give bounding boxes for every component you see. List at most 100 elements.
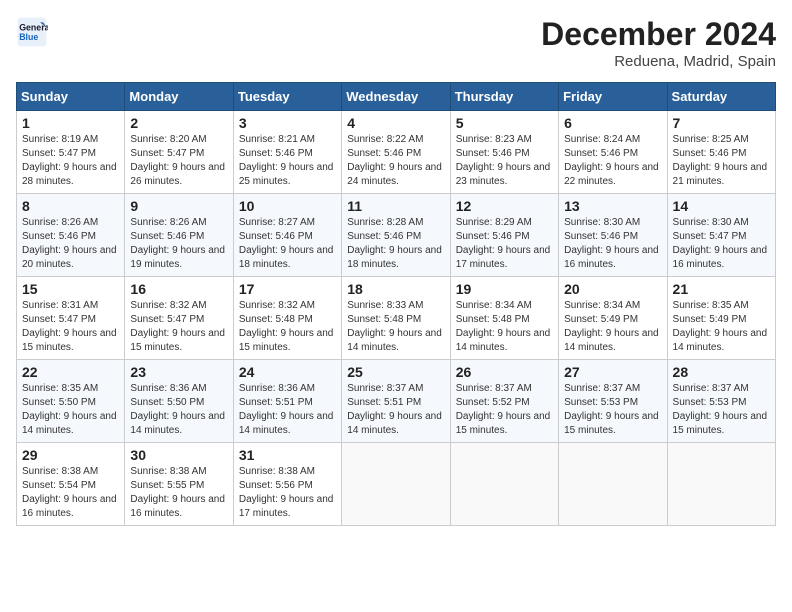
day-info: Sunrise: 8:25 AMSunset: 5:46 PMDaylight:… [673, 133, 770, 189]
day-number: 14 [673, 198, 770, 214]
day-number: 3 [239, 115, 336, 131]
day-number: 18 [347, 281, 444, 297]
title-block: December 2024 Reduena, Madrid, Spain [541, 16, 776, 70]
day-number: 8 [22, 198, 119, 214]
calendar-cell: 11 Sunrise: 8:28 AMSunset: 5:46 PMDayligh… [342, 194, 450, 277]
calendar-cell: 1 Sunrise: 8:19 AMSunset: 5:47 PMDaylight… [17, 111, 125, 194]
weekday-header: Friday [559, 83, 667, 111]
calendar-cell: 4Sunrise: 8:22 AMSunset: 5:46 PMDaylight… [342, 111, 450, 194]
day-number: 7 [673, 115, 770, 131]
calendar-cell: 2 Sunrise: 8:20 AMSunset: 5:47 PMDaylight… [125, 111, 233, 194]
month-title: December 2024 [541, 16, 776, 53]
location: Reduena, Madrid, Spain [541, 53, 776, 70]
day-number: 19 [456, 281, 553, 297]
day-info: Sunrise: 8:32 AMSunset: 5:48 PMDaylight:… [239, 299, 336, 355]
day-info: Sunrise: 8:19 AMSunset: 5:47 PMDaylight:… [22, 133, 119, 189]
day-number: 17 [239, 281, 336, 297]
day-number: 2 [130, 115, 227, 131]
calendar-cell: 22 Sunrise: 8:35 AMSunset: 5:50 PMDayligh… [17, 360, 125, 443]
calendar-week: 22 Sunrise: 8:35 AMSunset: 5:50 PMDayligh… [17, 360, 776, 443]
day-number: 27 [564, 364, 661, 380]
day-info: Sunrise: 8:26 AMSunset: 5:46 PMDaylight:… [130, 216, 227, 272]
calendar-cell: 18 Sunrise: 8:33 AMSunset: 5:48 PMDayligh… [342, 277, 450, 360]
calendar-cell: 25Sunrise: 8:37 AMSunset: 5:51 PMDayligh… [342, 360, 450, 443]
day-info: Sunrise: 8:37 AMSunset: 5:52 PMDaylight:… [456, 382, 553, 438]
calendar-cell: 8 Sunrise: 8:26 AMSunset: 5:46 PMDaylight… [17, 194, 125, 277]
day-info: Sunrise: 8:34 AMSunset: 5:48 PMDaylight:… [456, 299, 553, 355]
day-number: 12 [456, 198, 553, 214]
day-number: 10 [239, 198, 336, 214]
day-info: Sunrise: 8:20 AMSunset: 5:47 PMDaylight:… [130, 133, 227, 189]
day-info: Sunrise: 8:35 AMSunset: 5:50 PMDaylight:… [22, 382, 119, 438]
day-info: Sunrise: 8:37 AMSunset: 5:53 PMDaylight:… [673, 382, 770, 438]
calendar-week: 1 Sunrise: 8:19 AMSunset: 5:47 PMDaylight… [17, 111, 776, 194]
calendar-week: 8 Sunrise: 8:26 AMSunset: 5:46 PMDaylight… [17, 194, 776, 277]
day-info: Sunrise: 8:30 AMSunset: 5:47 PMDaylight:… [673, 216, 770, 272]
day-info: Sunrise: 8:29 AMSunset: 5:46 PMDaylight:… [456, 216, 553, 272]
day-info: Sunrise: 8:31 AMSunset: 5:47 PMDaylight:… [22, 299, 119, 355]
day-info: Sunrise: 8:28 AMSunset: 5:46 PMDaylight:… [347, 216, 444, 272]
day-info: Sunrise: 8:35 AMSunset: 5:49 PMDaylight:… [673, 299, 770, 355]
calendar-cell: 16Sunrise: 8:32 AMSunset: 5:47 PMDayligh… [125, 277, 233, 360]
calendar-cell: 21 Sunrise: 8:35 AMSunset: 5:49 PMDayligh… [667, 277, 775, 360]
day-info: Sunrise: 8:38 AMSunset: 5:54 PMDaylight:… [22, 465, 119, 521]
calendar-cell [667, 443, 775, 526]
day-number: 23 [130, 364, 227, 380]
day-number: 5 [456, 115, 553, 131]
calendar-week: 29Sunrise: 8:38 AMSunset: 5:54 PMDayligh… [17, 443, 776, 526]
day-number: 1 [22, 115, 119, 131]
day-info: Sunrise: 8:26 AMSunset: 5:46 PMDaylight:… [22, 216, 119, 272]
day-number: 30 [130, 447, 227, 463]
day-number: 15 [22, 281, 119, 297]
calendar-cell: 12 Sunrise: 8:29 AMSunset: 5:46 PMDayligh… [450, 194, 558, 277]
day-info: Sunrise: 8:27 AMSunset: 5:46 PMDaylight:… [239, 216, 336, 272]
day-number: 11 [347, 198, 444, 214]
calendar-week: 15 Sunrise: 8:31 AMSunset: 5:47 PMDayligh… [17, 277, 776, 360]
calendar-cell: 20Sunrise: 8:34 AMSunset: 5:49 PMDayligh… [559, 277, 667, 360]
calendar-cell: 7 Sunrise: 8:25 AMSunset: 5:46 PMDaylight… [667, 111, 775, 194]
day-number: 22 [22, 364, 119, 380]
svg-text:Blue: Blue [19, 32, 38, 42]
weekday-header: Tuesday [233, 83, 341, 111]
calendar-cell: 23 Sunrise: 8:36 AMSunset: 5:50 PMDayligh… [125, 360, 233, 443]
day-info: Sunrise: 8:24 AMSunset: 5:46 PMDaylight:… [564, 133, 661, 189]
calendar-cell: 15 Sunrise: 8:31 AMSunset: 5:47 PMDayligh… [17, 277, 125, 360]
calendar-cell: 26 Sunrise: 8:37 AMSunset: 5:52 PMDayligh… [450, 360, 558, 443]
day-number: 24 [239, 364, 336, 380]
day-number: 28 [673, 364, 770, 380]
calendar-cell: 28 Sunrise: 8:37 AMSunset: 5:53 PMDayligh… [667, 360, 775, 443]
day-info: Sunrise: 8:36 AMSunset: 5:50 PMDaylight:… [130, 382, 227, 438]
weekday-header: Sunday [17, 83, 125, 111]
calendar-cell: 5Sunrise: 8:23 AMSunset: 5:46 PMDaylight… [450, 111, 558, 194]
calendar-cell [559, 443, 667, 526]
day-number: 26 [456, 364, 553, 380]
day-info: Sunrise: 8:34 AMSunset: 5:49 PMDaylight:… [564, 299, 661, 355]
calendar-cell: 29Sunrise: 8:38 AMSunset: 5:54 PMDayligh… [17, 443, 125, 526]
day-info: Sunrise: 8:38 AMSunset: 5:55 PMDaylight:… [130, 465, 227, 521]
calendar-cell: 14 Sunrise: 8:30 AMSunset: 5:47 PMDayligh… [667, 194, 775, 277]
calendar-cell: 9Sunrise: 8:26 AMSunset: 5:46 PMDaylight… [125, 194, 233, 277]
day-number: 13 [564, 198, 661, 214]
day-number: 31 [239, 447, 336, 463]
page-header: General Blue December 2024 Reduena, Madr… [16, 16, 776, 70]
weekday-header: Wednesday [342, 83, 450, 111]
day-number: 21 [673, 281, 770, 297]
day-info: Sunrise: 8:37 AMSunset: 5:51 PMDaylight:… [347, 382, 444, 438]
day-number: 4 [347, 115, 444, 131]
day-info: Sunrise: 8:37 AMSunset: 5:53 PMDaylight:… [564, 382, 661, 438]
calendar-cell: 24 Sunrise: 8:36 AMSunset: 5:51 PMDayligh… [233, 360, 341, 443]
calendar-cell: 19 Sunrise: 8:34 AMSunset: 5:48 PMDayligh… [450, 277, 558, 360]
day-info: Sunrise: 8:36 AMSunset: 5:51 PMDaylight:… [239, 382, 336, 438]
weekday-header: Thursday [450, 83, 558, 111]
day-info: Sunrise: 8:30 AMSunset: 5:46 PMDaylight:… [564, 216, 661, 272]
calendar-cell: 31Sunrise: 8:38 AMSunset: 5:56 PMDayligh… [233, 443, 341, 526]
weekday-header: Monday [125, 83, 233, 111]
calendar-cell: 6Sunrise: 8:24 AMSunset: 5:46 PMDaylight… [559, 111, 667, 194]
calendar-cell: 17 Sunrise: 8:32 AMSunset: 5:48 PMDayligh… [233, 277, 341, 360]
calendar-cell: 30 Sunrise: 8:38 AMSunset: 5:55 PMDayligh… [125, 443, 233, 526]
day-info: Sunrise: 8:32 AMSunset: 5:47 PMDaylight:… [130, 299, 227, 355]
calendar-cell [450, 443, 558, 526]
calendar-cell: 10 Sunrise: 8:27 AMSunset: 5:46 PMDayligh… [233, 194, 341, 277]
day-info: Sunrise: 8:33 AMSunset: 5:48 PMDaylight:… [347, 299, 444, 355]
logo-icon: General Blue [16, 16, 48, 48]
